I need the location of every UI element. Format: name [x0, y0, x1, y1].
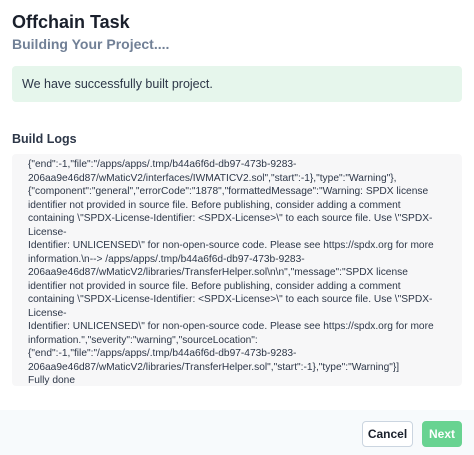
log-line: {"component":"general","errorCode":"1878… [28, 186, 429, 197]
log-line: containing \"SPDX-License-Identifier: <S… [28, 213, 433, 238]
build-logs-panel[interactable]: {"end":-1,"file":"/apps/apps/.tmp/b44a6f… [12, 154, 462, 386]
log-line: identifier not provided in source file. … [28, 280, 401, 292]
modal-title: Offchain Task [12, 12, 130, 32]
modal-subtitle: Building Your Project.... [12, 36, 170, 52]
next-button[interactable]: Next [422, 421, 462, 447]
log-line: Identifier: UNLICENSED\" for non-open-so… [28, 240, 434, 251]
build-logs-heading: Build Logs [12, 132, 77, 146]
log-line: 206aa9e46d87/wMaticV2/libraries/Transfer… [28, 361, 400, 373]
log-line: Fully done [28, 375, 76, 386]
log-line: {"end":-1,"file":"/apps/apps/.tmp/b44a6f… [28, 159, 297, 170]
log-line: identifier not provided in source file. … [28, 199, 401, 211]
log-line: information.","severity":"warning","sour… [28, 334, 258, 346]
build-logs-text: {"end":-1,"file":"/apps/apps/.tmp/b44a6f… [28, 158, 452, 386]
log-line: {"end":-1,"file":"/apps/apps/.tmp/b44a6f… [28, 348, 297, 359]
log-line: 206aa9e46d87/wMaticV2/interfaces/IWMATIC… [28, 172, 397, 184]
log-line: 206aa9e46d87/wMaticV2/libraries/Transfer… [28, 267, 408, 278]
cancel-button[interactable]: Cancel [362, 421, 413, 447]
success-alert-message: We have successfully built project. [22, 77, 213, 91]
log-line: Identifier: UNLICENSED\" for non-open-so… [28, 321, 434, 332]
log-line: containing \"SPDX-License-Identifier: <S… [28, 294, 433, 319]
log-line: information.\n--> /apps/apps/.tmp/b44a6f… [28, 253, 305, 265]
success-alert: We have successfully built project. [12, 66, 462, 102]
